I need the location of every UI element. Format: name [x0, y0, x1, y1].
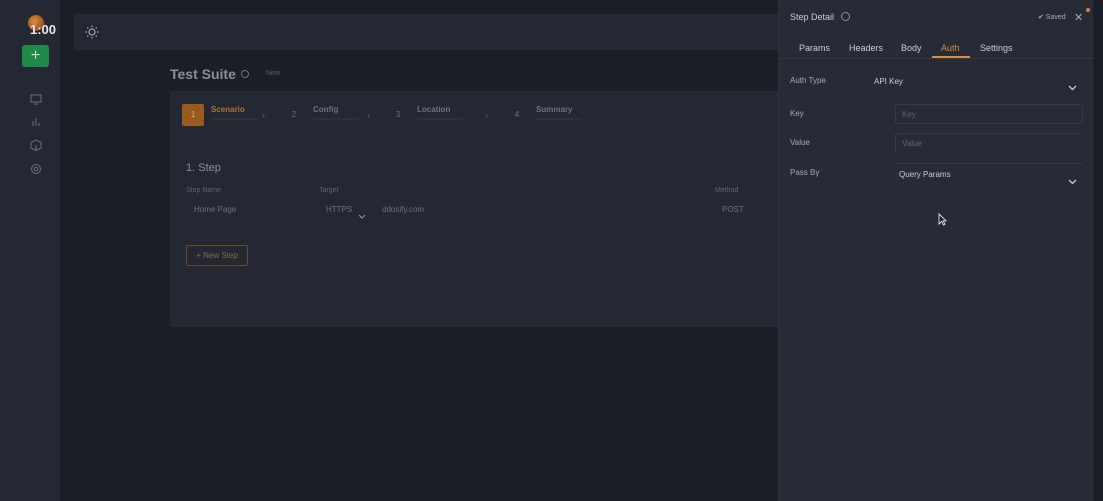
tab-body[interactable]: Body [901, 43, 922, 53]
chevron-right-icon: › [367, 110, 370, 120]
column-header-target: Target [319, 187, 339, 194]
wizard-step-label[interactable]: Summary [536, 105, 572, 114]
wizard-step-label[interactable]: Config [313, 105, 338, 114]
key-input[interactable]: Key [895, 104, 1083, 124]
wizard-step-subtitle [313, 118, 359, 120]
auth-type-label: Auth Type [790, 76, 826, 85]
box-icon[interactable] [30, 138, 42, 152]
tab-auth[interactable]: Auth [941, 43, 960, 53]
top-bar [74, 14, 784, 50]
wizard-step-number[interactable]: 3 [387, 104, 409, 126]
wizard-step-label[interactable]: Scenario [211, 105, 245, 114]
page-title: Test Suite [170, 66, 236, 82]
wizard-step-number[interactable]: 4 [506, 104, 528, 126]
tab-params[interactable]: Params [799, 43, 830, 53]
chevron-right-icon: › [262, 110, 265, 120]
help-icon[interactable] [241, 70, 249, 78]
protocol-select[interactable]: HTTPS [326, 205, 352, 214]
help-icon[interactable] [841, 12, 850, 21]
wizard-step-number[interactable]: 1 [182, 104, 204, 126]
value-placeholder: Value [902, 139, 922, 148]
section-title: 1. Step [186, 162, 221, 174]
bar-chart-icon[interactable] [30, 115, 42, 127]
settings-icon[interactable] [30, 162, 42, 174]
wizard-steps: 1 Scenario › 2 Config › 3 Location › 4 S… [170, 91, 780, 137]
tab-settings[interactable]: Settings [980, 43, 1013, 53]
value-input[interactable]: Value [895, 133, 1083, 153]
method-select[interactable]: POST [722, 205, 744, 214]
url-input[interactable]: ddosify.com [382, 205, 424, 214]
theme-toggle-icon[interactable] [85, 25, 99, 39]
wizard-step-subtitle [211, 118, 257, 120]
step-name-input[interactable]: Home Page [194, 205, 236, 214]
chevron-right-icon: › [485, 110, 488, 120]
new-tag: New [266, 70, 281, 77]
pass-by-select[interactable]: Query Params [895, 163, 1083, 185]
wizard-step-subtitle [417, 118, 463, 120]
value-label: Value [790, 138, 810, 147]
new-step-button[interactable]: + New Step [186, 245, 248, 266]
key-label: Key [790, 109, 804, 118]
chevron-down-icon[interactable] [1068, 172, 1077, 185]
tab-headers[interactable]: Headers [849, 43, 883, 53]
wizard-step-subtitle [536, 118, 582, 120]
chevron-down-icon[interactable] [358, 207, 366, 219]
timer-display: 1:00 [30, 22, 57, 37]
divider [779, 58, 1094, 59]
wizard-step-number[interactable]: 2 [283, 104, 305, 126]
close-icon[interactable]: ✕ [1074, 11, 1083, 24]
monitor-icon[interactable] [30, 92, 42, 105]
saved-status: ✔ Saved [1038, 14, 1066, 21]
column-header-method: Method [715, 187, 739, 194]
notification-dot [1086, 8, 1090, 12]
auth-type-select[interactable]: API Key [869, 72, 1083, 92]
chevron-down-icon[interactable] [1068, 78, 1077, 91]
pass-by-value: Query Params [899, 170, 951, 179]
column-header-step-name: Step Name [186, 187, 222, 194]
wizard-step-label[interactable]: Location [417, 105, 450, 114]
scenario-card: 1 Scenario › 2 Config › 3 Location › 4 S… [170, 91, 780, 327]
key-placeholder: Key [902, 110, 916, 119]
panel-title: Step Detail [790, 12, 835, 22]
pass-by-label: Pass By [790, 168, 820, 177]
step-detail-panel: Step Detail ✔ Saved ✕ Params Headers Bod… [778, 0, 1094, 501]
mouse-cursor-icon [938, 212, 948, 226]
auth-type-value: API Key [874, 77, 903, 86]
add-button[interactable]: + [22, 45, 49, 67]
left-rail [0, 0, 60, 501]
